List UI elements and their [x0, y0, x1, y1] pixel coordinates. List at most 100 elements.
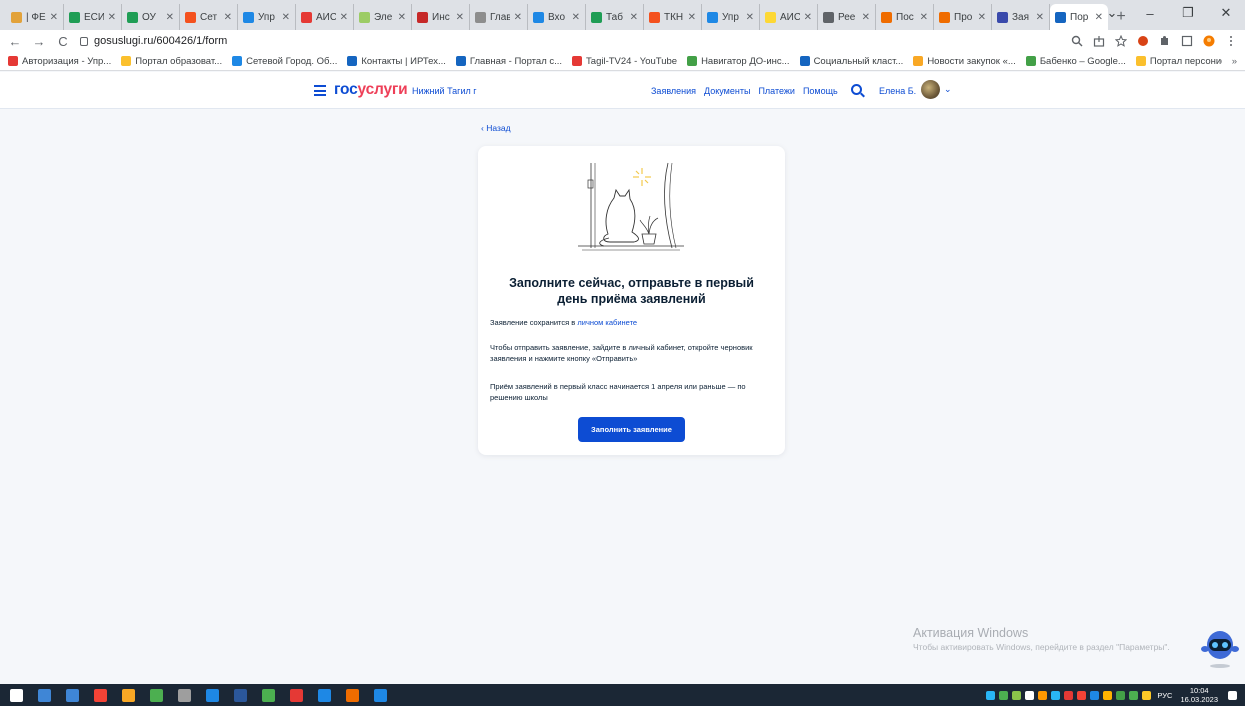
- sidepanel-icon[interactable]: [1181, 35, 1193, 47]
- tab-close-icon[interactable]: ✕: [630, 12, 638, 23]
- browser-tab[interactable]: Зая ✕: [992, 4, 1050, 30]
- reload-icon[interactable]: C: [56, 34, 70, 49]
- extension-icon[interactable]: [1137, 35, 1149, 47]
- browser-tab[interactable]: АИС ✕: [760, 4, 818, 30]
- tab-close-icon[interactable]: ✕: [108, 12, 116, 23]
- browser-tab[interactable]: | ФЕ ✕: [6, 4, 64, 30]
- bookmark-item[interactable]: Контакты | ИРТех...: [347, 56, 446, 67]
- tray-app-icon[interactable]: [1051, 690, 1061, 700]
- minimize-button[interactable]: –: [1131, 0, 1169, 26]
- browser-tab[interactable]: Эле ✕: [354, 4, 412, 30]
- browser-tab[interactable]: Глав ✕: [470, 4, 528, 30]
- bookmark-item[interactable]: Социальный класт...: [799, 56, 903, 67]
- taskbar-app-icon[interactable]: [122, 688, 135, 702]
- taskbar-app-icon[interactable]: [234, 688, 247, 702]
- nav-link[interactable]: Заявления: [651, 86, 696, 96]
- tab-search-chevron-icon[interactable]: ⌄: [1093, 0, 1131, 26]
- tab-close-icon[interactable]: ✕: [166, 12, 174, 23]
- chevron-down-icon[interactable]: ⌄: [944, 84, 952, 95]
- tray-app-icon[interactable]: [1090, 690, 1100, 700]
- share-icon[interactable]: [1093, 35, 1105, 47]
- tab-close-icon[interactable]: ✕: [282, 12, 290, 23]
- tab-close-icon[interactable]: ✕: [1036, 12, 1044, 23]
- browser-tab[interactable]: Пос ✕: [876, 4, 934, 30]
- browser-tab[interactable]: Инс ✕: [412, 4, 470, 30]
- taskbar-app-icon[interactable]: [38, 688, 51, 702]
- avatar[interactable]: [921, 80, 940, 99]
- browser-tab[interactable]: Про ✕: [934, 4, 992, 30]
- nav-link[interactable]: Помощь: [803, 86, 838, 96]
- close-window-button[interactable]: ✕: [1207, 0, 1245, 26]
- taskbar-app-icon[interactable]: [290, 688, 303, 702]
- back-arrow-icon[interactable]: ←: [8, 34, 22, 49]
- back-link[interactable]: ‹ Назад: [481, 123, 511, 133]
- tab-close-icon[interactable]: ✕: [688, 12, 696, 23]
- city-selector[interactable]: Нижний Тагил г: [412, 86, 477, 96]
- tray-app-icon[interactable]: [1012, 690, 1022, 700]
- browser-tab[interactable]: АИС ✕: [296, 4, 354, 30]
- tab-close-icon[interactable]: ✕: [340, 12, 348, 23]
- tray-app-icon[interactable]: [986, 690, 996, 700]
- puzzle-icon[interactable]: [1159, 35, 1171, 47]
- tab-close-icon[interactable]: ✕: [398, 12, 406, 23]
- taskbar-app-icon[interactable]: [318, 688, 331, 702]
- personal-account-link[interactable]: личном кабинете: [577, 318, 637, 327]
- tab-close-icon[interactable]: ✕: [978, 12, 986, 23]
- user-name[interactable]: Елена Б.: [879, 86, 916, 96]
- bookmark-item[interactable]: Сетевой Город. Об...: [232, 56, 337, 67]
- nav-link[interactable]: Документы: [704, 86, 750, 96]
- browser-tab[interactable]: Таб ✕: [586, 4, 644, 30]
- taskbar-app-icon[interactable]: [150, 688, 163, 702]
- bookmark-item[interactable]: Бабенко – Google...: [1025, 56, 1126, 67]
- tray-app-icon[interactable]: [999, 690, 1009, 700]
- profile-icon[interactable]: [1203, 35, 1215, 47]
- taskbar-clock[interactable]: 10:04 16.03.2023: [1180, 686, 1218, 704]
- browser-tab[interactable]: ОУ ✕: [122, 4, 180, 30]
- tray-app-icon[interactable]: [1077, 690, 1087, 700]
- taskbar-app-icon[interactable]: [262, 688, 275, 702]
- gosuslugi-logo[interactable]: госуслуги: [334, 81, 408, 99]
- browser-tab[interactable]: Упр ✕: [238, 4, 296, 30]
- tab-close-icon[interactable]: ✕: [572, 12, 580, 23]
- tab-close-icon[interactable]: ✕: [920, 12, 928, 23]
- bookmark-item[interactable]: Tagil-TV24 - YouTube: [572, 56, 677, 67]
- tab-close-icon[interactable]: ✕: [514, 12, 522, 23]
- lock-icon[interactable]: [80, 36, 88, 46]
- burger-menu-icon[interactable]: [314, 85, 326, 99]
- bookmarks-more-button[interactable]: »: [1232, 56, 1237, 67]
- taskbar-app-icon[interactable]: [10, 688, 23, 702]
- browser-tab[interactable]: ЕСИ ✕: [64, 4, 122, 30]
- browser-tab[interactable]: Рее ✕: [818, 4, 876, 30]
- bookmark-star-icon[interactable]: [1115, 35, 1127, 47]
- taskbar-app-icon[interactable]: [66, 688, 79, 702]
- forward-arrow-icon[interactable]: →: [32, 34, 46, 49]
- tray-app-icon[interactable]: [1103, 690, 1113, 700]
- bookmark-item[interactable]: Портал персониф...: [1135, 56, 1222, 67]
- tray-app-icon[interactable]: [1025, 690, 1035, 700]
- nav-link[interactable]: Платежи: [758, 86, 795, 96]
- bookmark-item[interactable]: Авторизация - Упр...: [8, 56, 111, 67]
- tab-close-icon[interactable]: ✕: [456, 12, 464, 23]
- taskbar-app-icon[interactable]: [178, 688, 191, 702]
- bookmark-item[interactable]: Навигатор ДО-инс...: [687, 56, 790, 67]
- url-text[interactable]: gosuslugi.ru/600426/1/form: [94, 35, 227, 47]
- browser-tab[interactable]: ТКН ✕: [644, 4, 702, 30]
- fill-application-button[interactable]: Заполнить заявление: [578, 417, 685, 442]
- zoom-icon[interactable]: [1071, 35, 1083, 47]
- language-indicator[interactable]: РУС: [1157, 691, 1172, 700]
- tray-app-icon[interactable]: [1064, 690, 1074, 700]
- tray-app-icon[interactable]: [1038, 690, 1048, 700]
- tab-close-icon[interactable]: ✕: [746, 12, 754, 23]
- tab-close-icon[interactable]: ✕: [224, 12, 232, 23]
- browser-tab[interactable]: Упр ✕: [702, 4, 760, 30]
- tray-app-icon[interactable]: [1116, 690, 1126, 700]
- notifications-icon[interactable]: [1228, 690, 1237, 700]
- tab-close-icon[interactable]: ✕: [50, 12, 58, 23]
- assistant-robot-icon[interactable]: [1200, 625, 1240, 669]
- bookmark-item[interactable]: Главная - Портал с...: [455, 56, 562, 67]
- taskbar-app-icon[interactable]: [206, 688, 219, 702]
- tab-close-icon[interactable]: ✕: [804, 12, 812, 23]
- maximize-button[interactable]: ❐: [1169, 0, 1207, 26]
- address-bar[interactable]: gosuslugi.ru/600426/1/form: [80, 31, 1061, 51]
- browser-tab[interactable]: Сет ✕: [180, 4, 238, 30]
